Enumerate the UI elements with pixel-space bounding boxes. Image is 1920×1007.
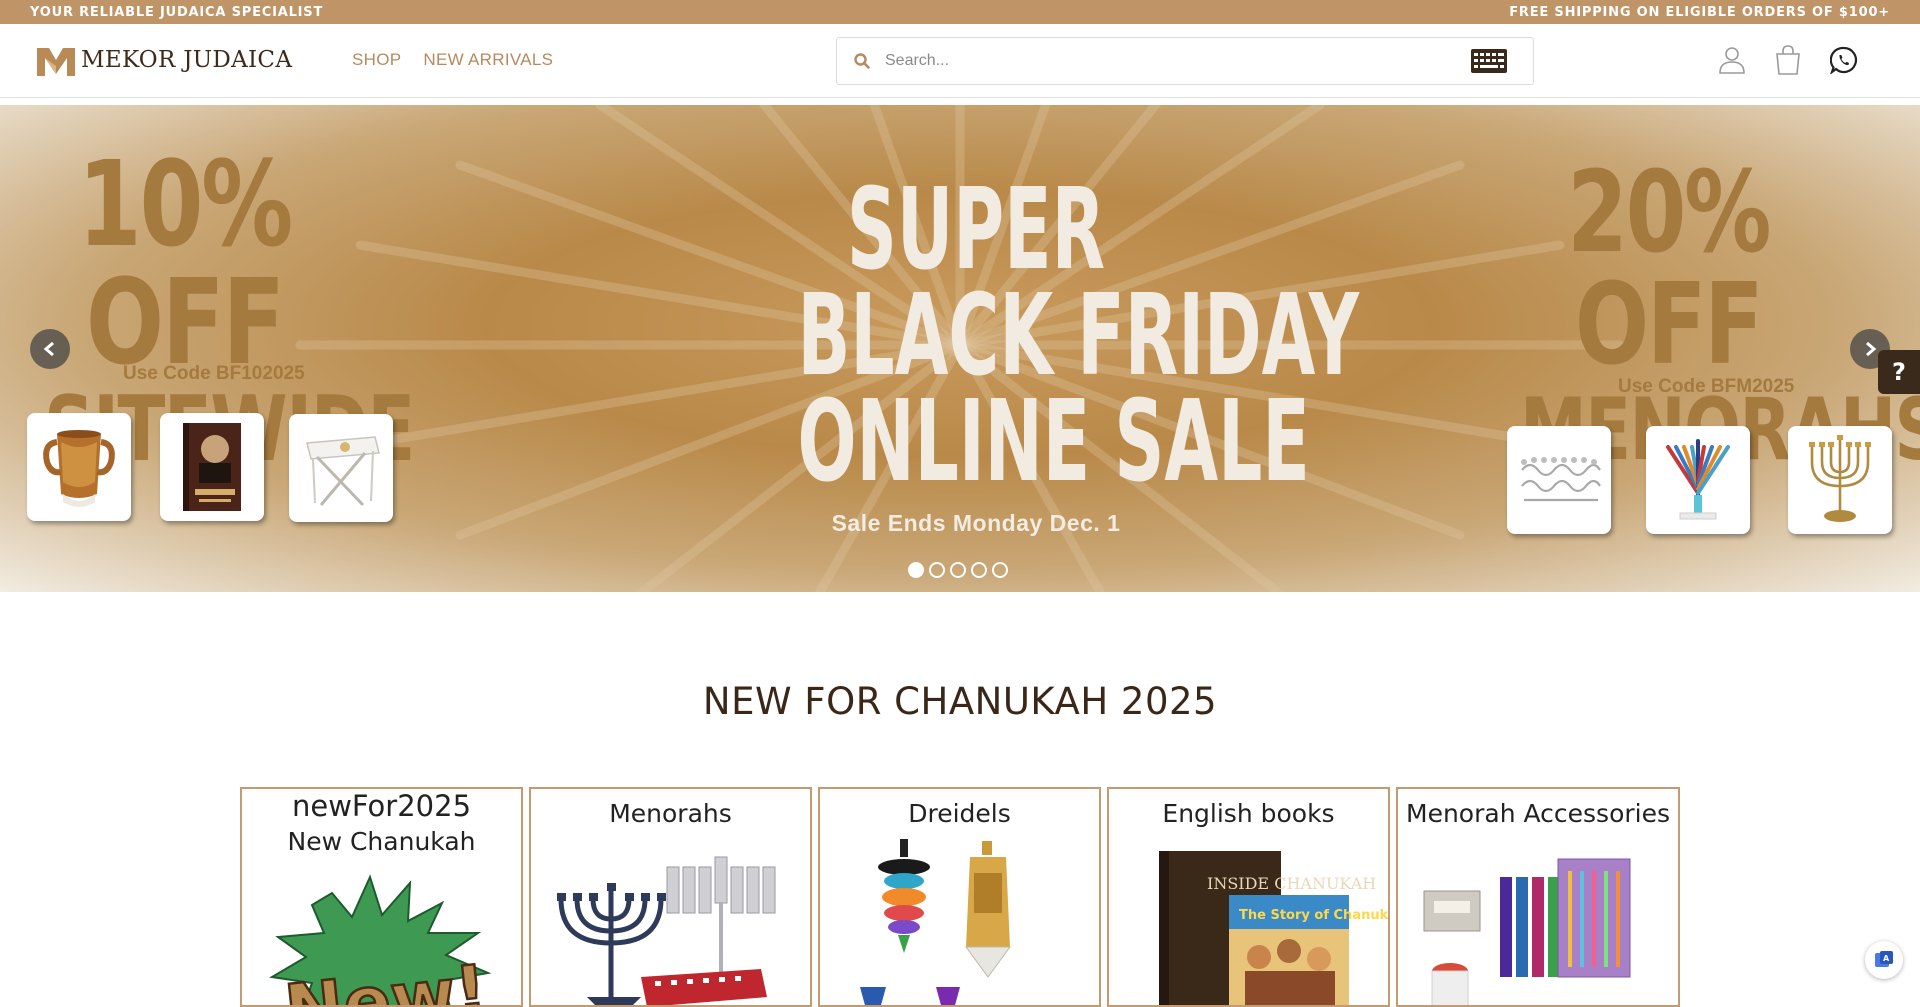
silver-menorah-icon: [1521, 457, 1601, 502]
main-nav: SHOP NEW ARRIVALS: [352, 50, 553, 70]
category-card-menorahs[interactable]: Menorahs: [529, 787, 812, 1007]
menorahs-icon: [557, 856, 776, 1005]
folding-tray-icon: [306, 436, 380, 507]
right-offer-percent: 20% OFF: [1567, 148, 1771, 390]
search-bar: [836, 37, 1534, 85]
category-title: Dreidels: [908, 799, 1011, 828]
silver-menorah-thumb: [1507, 426, 1611, 534]
logo-text: MEKOR JUDAICA: [81, 47, 293, 73]
announcement-bar: YOUR RELIABLE JUDAICA SPECIALIST FREE SH…: [0, 0, 1920, 24]
site-header: MEKOR JUDAICA SHOP NEW ARRIVALS: [0, 24, 1920, 98]
hero-carousel[interactable]: 10% OFF SITEWIDE Use Code BF102025 SUPER…: [0, 105, 1920, 592]
folding-tray-thumb: [289, 414, 393, 522]
left-offer-percent: 10% OFF: [77, 135, 294, 391]
washing-cup-icon: [43, 430, 115, 507]
inside-book-text: INSIDE CHANUKAH: [1207, 874, 1376, 893]
category-title: newFor2025: [291, 789, 472, 823]
washing-cup-thumb: [27, 413, 131, 521]
brass-menorah-icon: [1809, 435, 1871, 522]
header-icons: [1718, 44, 1858, 76]
carousel-prev-button[interactable]: [30, 329, 70, 369]
category-cards: newFor2025 New Chanukah New! Menorahs Dr…: [240, 787, 1680, 1007]
books-icon: INSIDE CHANUKAH The Story of Chanukah: [1159, 851, 1390, 1005]
hero-title: SUPER BLACK FRIDAY ONLINE SALE: [688, 165, 1360, 507]
colored-menorah-icon: [1666, 439, 1730, 520]
sale-ends-text: Sale Ends Monday Dec. 1: [831, 510, 1121, 536]
translate-chat-icon: A: [1875, 951, 1893, 967]
hero-title-line3: ONLINE SALE: [797, 377, 1310, 507]
book-icon: [183, 423, 241, 511]
keyboard-icon[interactable]: [1471, 49, 1507, 73]
carousel-dot-2[interactable]: [929, 562, 945, 578]
announcement-right: FREE SHIPPING ON ELIGIBLE ORDERS OF $100…: [1509, 4, 1890, 20]
nav-new-arrivals[interactable]: NEW ARRIVALS: [423, 50, 553, 70]
category-title: Menorahs: [609, 799, 732, 828]
category-title: English books: [1162, 799, 1335, 828]
carousel-dot-4[interactable]: [971, 562, 987, 578]
shopping-bag-icon[interactable]: [1774, 44, 1802, 76]
category-subtitle: New Chanukah: [287, 827, 476, 856]
chevron-left-icon: [43, 342, 54, 356]
story-book-text: The Story of Chanukah: [1239, 908, 1390, 923]
whatsapp-icon[interactable]: [1830, 44, 1858, 76]
new-burst-icon: New!: [269, 874, 492, 1005]
category-card-dreidels[interactable]: Dreidels: [818, 787, 1101, 1007]
svg-text:A: A: [1883, 954, 1890, 963]
left-promo-code: Use Code BF102025: [123, 363, 305, 384]
nav-shop[interactable]: SHOP: [352, 50, 401, 70]
category-card-english-books[interactable]: English books INSIDE CHANUKAH The Story …: [1107, 787, 1390, 1007]
search-icon[interactable]: [853, 52, 871, 70]
search-input[interactable]: [885, 41, 1471, 81]
logo-mark-icon: [37, 48, 75, 76]
section-title: NEW FOR CHANUKAH 2025: [702, 680, 1218, 723]
right-promo-code: Use Code BFM2025: [1618, 376, 1795, 397]
chat-widget-button[interactable]: A: [1865, 941, 1903, 979]
candles-icon: [1423, 858, 1631, 1005]
carousel-dot-5[interactable]: [992, 562, 1008, 578]
brass-menorah-thumb: [1788, 426, 1892, 534]
colored-menorah-thumb: [1646, 426, 1750, 534]
chevron-right-icon: [1866, 342, 1877, 356]
carousel-dot-1[interactable]: [908, 562, 924, 578]
announcement-left: YOUR RELIABLE JUDAICA SPECIALIST: [30, 4, 324, 20]
category-card-menorah-accessories[interactable]: Menorah Accessories: [1396, 787, 1680, 1007]
hero-title-line2: BLACK FRIDAY: [797, 271, 1360, 401]
help-button[interactable]: ?: [1878, 350, 1920, 394]
carousel-dot-3[interactable]: [950, 562, 966, 578]
hero-title-line1: SUPER: [846, 165, 1106, 295]
user-icon[interactable]: [1718, 44, 1746, 76]
book-thumb: [160, 413, 264, 521]
category-card-new[interactable]: newFor2025 New Chanukah New!: [240, 787, 523, 1007]
logo[interactable]: MEKOR JUDAICA: [37, 44, 292, 76]
dreidels-icon: [860, 839, 1011, 1005]
carousel-dots: [908, 562, 1008, 578]
category-title: Menorah Accessories: [1406, 799, 1670, 828]
